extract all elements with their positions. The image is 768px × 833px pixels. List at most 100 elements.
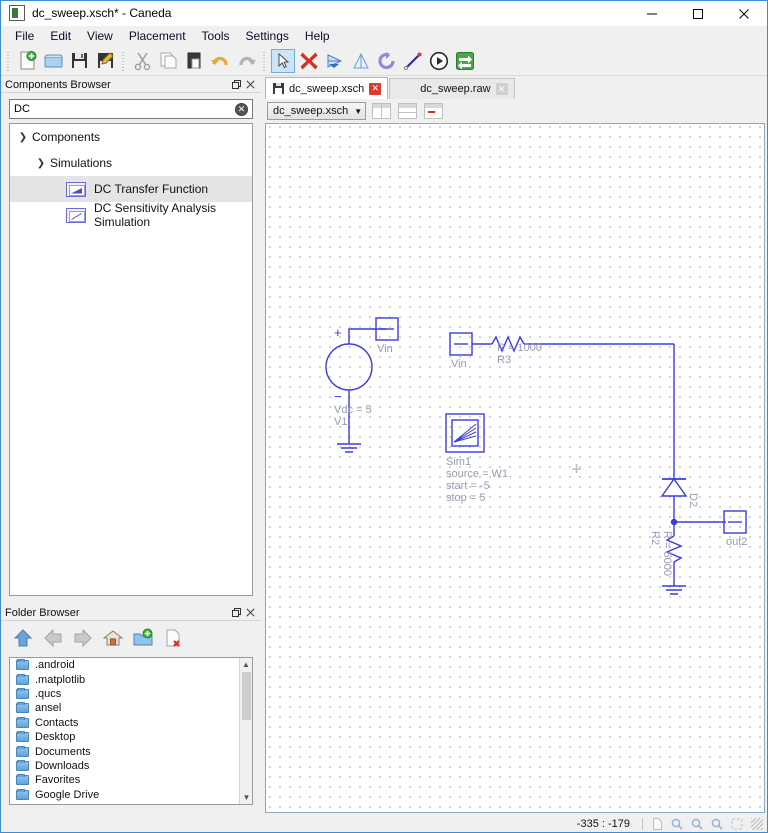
sim-name-label: Sim1 xyxy=(446,456,471,468)
menu-file[interactable]: File xyxy=(7,27,42,45)
document-combo[interactable]: dc_sweep.xsch ▼ xyxy=(267,102,367,120)
save-document-button[interactable] xyxy=(67,49,91,73)
new-document-button[interactable] xyxy=(15,49,39,73)
save-as-button[interactable] xyxy=(93,49,117,73)
tree-item-dc-transfer-function[interactable]: DC Transfer Function xyxy=(10,176,252,202)
paste-button[interactable] xyxy=(182,49,206,73)
chevron-down-icon[interactable]: ❯ xyxy=(14,132,32,143)
close-icon[interactable] xyxy=(243,78,257,92)
menu-settings[interactable]: Settings xyxy=(238,27,297,45)
close-split-button[interactable] xyxy=(422,102,444,120)
tree-item-components[interactable]: ❯ Components xyxy=(10,124,252,150)
scrollbar-thumb[interactable] xyxy=(242,672,251,720)
list-item[interactable]: .android xyxy=(10,658,252,672)
folder-icon xyxy=(16,716,29,728)
undock-icon[interactable] xyxy=(229,606,243,620)
sim-source-label: source = W1 xyxy=(446,468,508,480)
toolbar-grip[interactable] xyxy=(5,49,12,72)
right-arrow-icon[interactable] xyxy=(71,626,95,650)
cut-button[interactable] xyxy=(130,49,154,73)
tab-dc-sweep-xsch[interactable]: dc_sweep.xsch ✕ xyxy=(265,77,389,99)
tree-item-dc-sensitivity-analysis[interactable]: DC Sensitivity Analysis Simulation xyxy=(10,201,252,229)
folder-list[interactable]: .android .matplotlib .qucs ansel Contact… xyxy=(9,657,253,805)
list-item[interactable]: .qucs xyxy=(10,687,252,701)
zoom-reset-icon[interactable] xyxy=(709,817,725,831)
search-input[interactable]: DC ✕ xyxy=(9,99,253,119)
new-folder-icon[interactable] xyxy=(131,626,155,650)
tab-dc-sweep-raw[interactable]: dc_sweep.raw ✕ xyxy=(389,78,515,99)
voltage-source-symbol xyxy=(325,343,373,391)
menu-edit[interactable]: Edit xyxy=(42,27,79,45)
application-window: dc_sweep.xsch* - Caneda File Edit View P… xyxy=(0,0,768,833)
list-item[interactable]: Favorites xyxy=(10,773,252,787)
mirror-vertical-button[interactable] xyxy=(349,49,373,73)
split-horizontal-button[interactable] xyxy=(396,102,418,120)
close-icon[interactable]: ✕ xyxy=(369,82,382,95)
clear-circle-icon[interactable]: ✕ xyxy=(235,102,248,116)
mirror-horizontal-button[interactable] xyxy=(323,49,347,73)
home-icon[interactable] xyxy=(101,626,125,650)
close-icon[interactable] xyxy=(243,606,257,620)
undock-icon[interactable] xyxy=(229,78,243,92)
zoom-fit-icon[interactable] xyxy=(729,817,745,831)
left-dock-area: Components Browser DC ✕ ❯ Components ❯ S… xyxy=(1,77,261,817)
delete-button[interactable] xyxy=(297,49,321,73)
open-simulation-button[interactable] xyxy=(453,49,477,73)
editor-subtoolbar: dc_sweep.xsch ▼ xyxy=(261,99,767,123)
zoom-out-icon[interactable] xyxy=(689,817,705,831)
tree-item-simulations[interactable]: ❯ Simulations xyxy=(10,150,252,176)
list-item[interactable]: Desktop xyxy=(10,730,252,744)
close-icon[interactable]: ✕ xyxy=(495,83,508,95)
resize-grip[interactable] xyxy=(751,818,763,830)
dc-sensitivity-icon xyxy=(66,207,86,223)
close-button[interactable] xyxy=(721,1,767,27)
list-item[interactable]: Documents xyxy=(10,744,252,758)
menu-view[interactable]: View xyxy=(79,27,121,45)
list-item[interactable]: Google Drive xyxy=(10,788,252,802)
list-item[interactable]: Downloads xyxy=(10,759,252,773)
delete-file-icon[interactable] xyxy=(161,626,185,650)
wire-source-top xyxy=(348,328,386,344)
schematic-canvas[interactable]: + − Vdc = 5 V1 Vin Vin R = 1000 R3 D2 R … xyxy=(265,123,765,813)
folder-icon xyxy=(16,673,29,685)
vsource-minus-sign: − xyxy=(334,389,342,404)
simulate-button[interactable] xyxy=(427,49,451,73)
menu-tools[interactable]: Tools xyxy=(194,27,238,45)
minimize-button[interactable] xyxy=(629,1,675,27)
diode-d2-symbol xyxy=(660,477,688,497)
chevron-down-icon[interactable]: ❯ xyxy=(32,158,50,169)
toolbar-grip-3[interactable] xyxy=(261,49,268,72)
split-vertical-button[interactable] xyxy=(370,102,392,120)
port-vin-label: Vin xyxy=(377,343,393,355)
left-arrow-icon[interactable] xyxy=(41,626,65,650)
document-combo-value: dc_sweep.xsch xyxy=(273,105,349,117)
open-document-button[interactable] xyxy=(41,49,65,73)
menu-help[interactable]: Help xyxy=(297,27,338,45)
wire-tool-button[interactable] xyxy=(401,49,425,73)
list-item[interactable]: .matplotlib xyxy=(10,672,252,686)
list-item[interactable]: Contacts xyxy=(10,716,252,730)
list-item[interactable]: ansel xyxy=(10,701,252,715)
menu-placement[interactable]: Placement xyxy=(121,27,194,45)
cursor-coordinates: -335 : -179 xyxy=(576,818,630,830)
copy-button[interactable] xyxy=(156,49,180,73)
fit-page-icon[interactable] xyxy=(649,817,665,831)
chevron-down-icon[interactable]: ▼ xyxy=(240,791,252,804)
maximize-button[interactable] xyxy=(675,1,721,27)
vsource-value-label: Vdc = 5 xyxy=(334,404,372,416)
list-item-label: Downloads xyxy=(35,759,90,772)
sim-stop-label: stop = 5 xyxy=(446,492,485,504)
up-arrow-icon[interactable] xyxy=(11,626,35,650)
toolbar-grip-2[interactable] xyxy=(120,49,127,72)
undo-button[interactable] xyxy=(208,49,232,73)
chevron-down-icon[interactable]: ▼ xyxy=(354,107,362,116)
select-tool-button[interactable] xyxy=(271,48,295,73)
redo-button[interactable] xyxy=(234,49,258,73)
list-item-label: .matplotlib xyxy=(35,673,86,686)
chevron-up-icon[interactable]: ▲ xyxy=(240,658,252,671)
rotate-button[interactable] xyxy=(375,49,399,73)
components-tree[interactable]: ❯ Components ❯ Simulations DC Transfer F… xyxy=(9,123,253,596)
zoom-in-icon[interactable] xyxy=(669,817,685,831)
folder-list-scrollbar[interactable]: ▲ ▼ xyxy=(239,658,252,804)
main-toolbar xyxy=(1,46,767,76)
